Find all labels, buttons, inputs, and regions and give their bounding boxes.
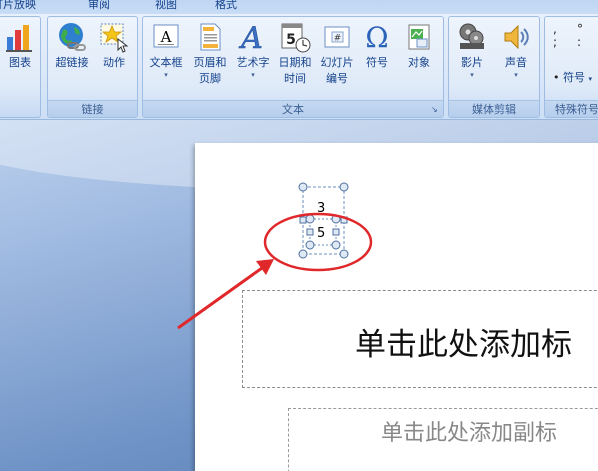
annotation-arrow — [177, 259, 274, 330]
highlight-ellipse — [263, 212, 373, 272]
equation-denominator[interactable]: 5 — [317, 226, 325, 241]
equation-numerator[interactable]: 3 — [317, 201, 325, 216]
annotation-overlay — [177, 182, 373, 330]
